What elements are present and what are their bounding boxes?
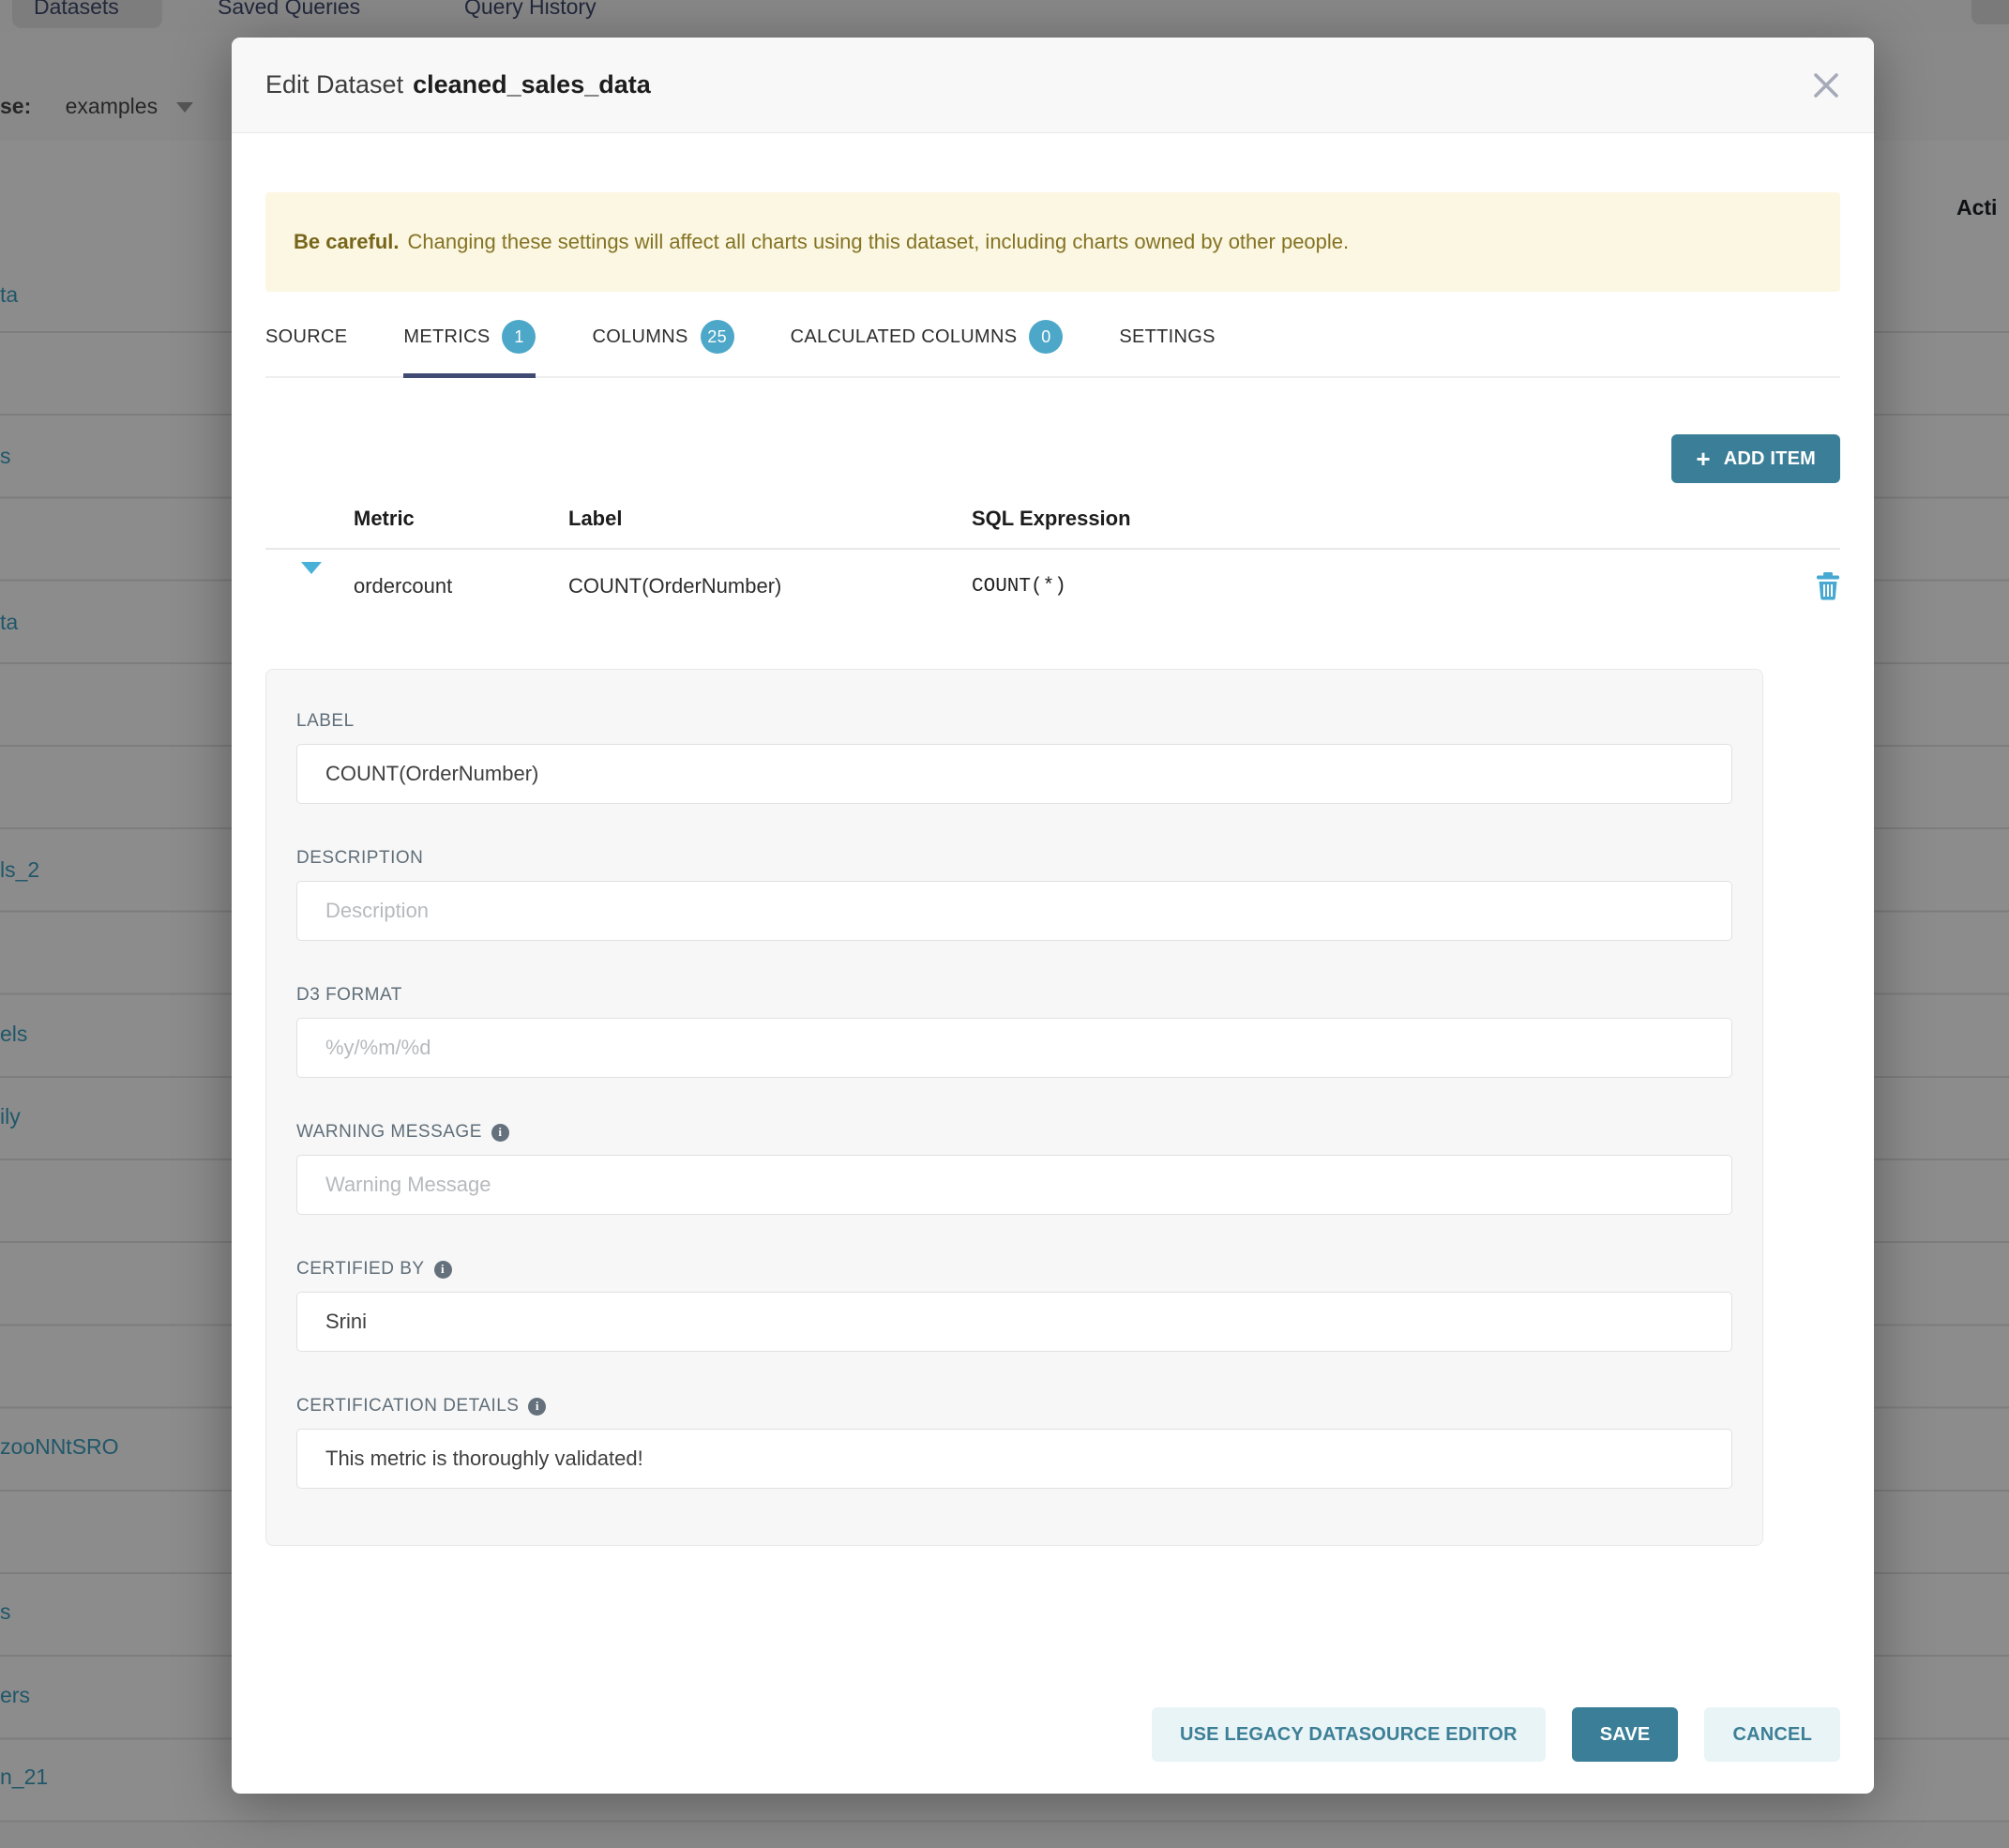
warning-message-field-label: WARNING MESSAGE i xyxy=(296,1122,1732,1143)
column-header-sql: SQL Expression xyxy=(972,507,1784,531)
warning-banner-text: Changing these settings will affect all … xyxy=(408,230,1350,253)
tab-label: COLUMNS xyxy=(592,326,687,348)
d3-format-field: D3 FORMAT xyxy=(296,985,1732,1078)
collapse-caret-icon[interactable] xyxy=(301,562,322,598)
metric-sql-expression: COUNT(*) xyxy=(972,576,1784,598)
warning-banner: Be careful. Changing these settings will … xyxy=(265,192,1840,292)
metric-label: COUNT(OrderNumber) xyxy=(568,574,972,598)
save-button[interactable]: SAVE xyxy=(1572,1707,1679,1762)
certified-by-field: CERTIFIED BY i xyxy=(296,1259,1732,1352)
info-icon[interactable]: i xyxy=(434,1261,452,1279)
modal-header: Edit Dataset cleaned_sales_data xyxy=(232,38,1874,133)
add-item-button[interactable]: + ADD ITEM xyxy=(1671,434,1840,483)
calculated-columns-count-badge: 0 xyxy=(1029,320,1063,354)
column-header-label: Label xyxy=(568,507,972,531)
certification-details-field-label: CERTIFICATION DETAILS i xyxy=(296,1396,1732,1416)
use-legacy-datasource-editor-button[interactable]: USE LEGACY DATASOURCE EDITOR xyxy=(1152,1707,1546,1762)
metric-detail-panel: LABEL DESCRIPTION D3 FORMAT WARNING MESS… xyxy=(265,669,1763,1546)
tab-metrics[interactable]: METRICS 1 xyxy=(403,307,536,376)
column-header-metric: Metric xyxy=(354,507,568,531)
trash-icon xyxy=(1816,572,1840,600)
plus-icon: + xyxy=(1696,447,1710,471)
modal-title-prefix: Edit Dataset xyxy=(265,70,403,98)
description-input[interactable] xyxy=(296,881,1732,941)
certification-details-field: CERTIFICATION DETAILS i xyxy=(296,1396,1732,1489)
warning-message-field: WARNING MESSAGE i xyxy=(296,1122,1732,1215)
close-icon xyxy=(1812,71,1840,99)
tab-columns[interactable]: COLUMNS 25 xyxy=(592,307,733,376)
metrics-count-badge: 1 xyxy=(502,320,536,354)
tab-label: METRICS xyxy=(403,326,490,348)
metrics-table-header: Metric Label SQL Expression xyxy=(265,507,1840,550)
columns-count-badge: 25 xyxy=(701,320,734,354)
certification-details-input[interactable] xyxy=(296,1429,1732,1489)
tab-label: CALCULATED COLUMNS xyxy=(791,326,1018,348)
tab-source[interactable]: SOURCE xyxy=(265,307,347,376)
label-field-label: LABEL xyxy=(296,711,1732,732)
description-field: DESCRIPTION xyxy=(296,848,1732,941)
label-field: LABEL xyxy=(296,711,1732,804)
modal-body: Be careful. Changing these settings will … xyxy=(232,192,1874,1820)
warning-message-input[interactable] xyxy=(296,1155,1732,1215)
delete-metric-button[interactable] xyxy=(1784,572,1840,600)
add-item-row: + ADD ITEM xyxy=(265,434,1840,483)
close-button[interactable] xyxy=(1806,66,1846,105)
modal-title: Edit Dataset cleaned_sales_data xyxy=(265,70,651,99)
info-icon[interactable]: i xyxy=(491,1124,509,1142)
certified-by-field-label: CERTIFIED BY i xyxy=(296,1259,1732,1280)
description-field-label: DESCRIPTION xyxy=(296,848,1732,869)
tab-label: SOURCE xyxy=(265,326,347,348)
d3-format-field-label: D3 FORMAT xyxy=(296,985,1732,1006)
tab-settings[interactable]: SETTINGS xyxy=(1119,307,1215,376)
cancel-button[interactable]: CANCEL xyxy=(1704,1707,1840,1762)
warning-banner-bold: Be careful. xyxy=(294,230,400,253)
info-icon[interactable]: i xyxy=(528,1398,546,1416)
edit-dataset-modal: Edit Dataset cleaned_sales_data Be carefu… xyxy=(232,38,1874,1794)
add-item-label: ADD ITEM xyxy=(1724,448,1816,470)
tab-label: SETTINGS xyxy=(1119,326,1215,348)
certified-by-input[interactable] xyxy=(296,1292,1732,1352)
d3-format-input[interactable] xyxy=(296,1018,1732,1078)
metric-row: ordercount COUNT(OrderNumber) COUNT(*) xyxy=(265,550,1840,623)
metric-name: ordercount xyxy=(354,574,568,598)
tab-calculated-columns[interactable]: CALCULATED COLUMNS 0 xyxy=(791,307,1064,376)
modal-dataset-name: cleaned_sales_data xyxy=(413,70,651,98)
label-input[interactable] xyxy=(296,744,1732,804)
modal-footer: USE LEGACY DATASOURCE EDITOR SAVE CANCEL xyxy=(1152,1707,1840,1762)
dataset-editor-tabs: SOURCE METRICS 1 COLUMNS 25 CALCULATED C… xyxy=(265,307,1840,378)
